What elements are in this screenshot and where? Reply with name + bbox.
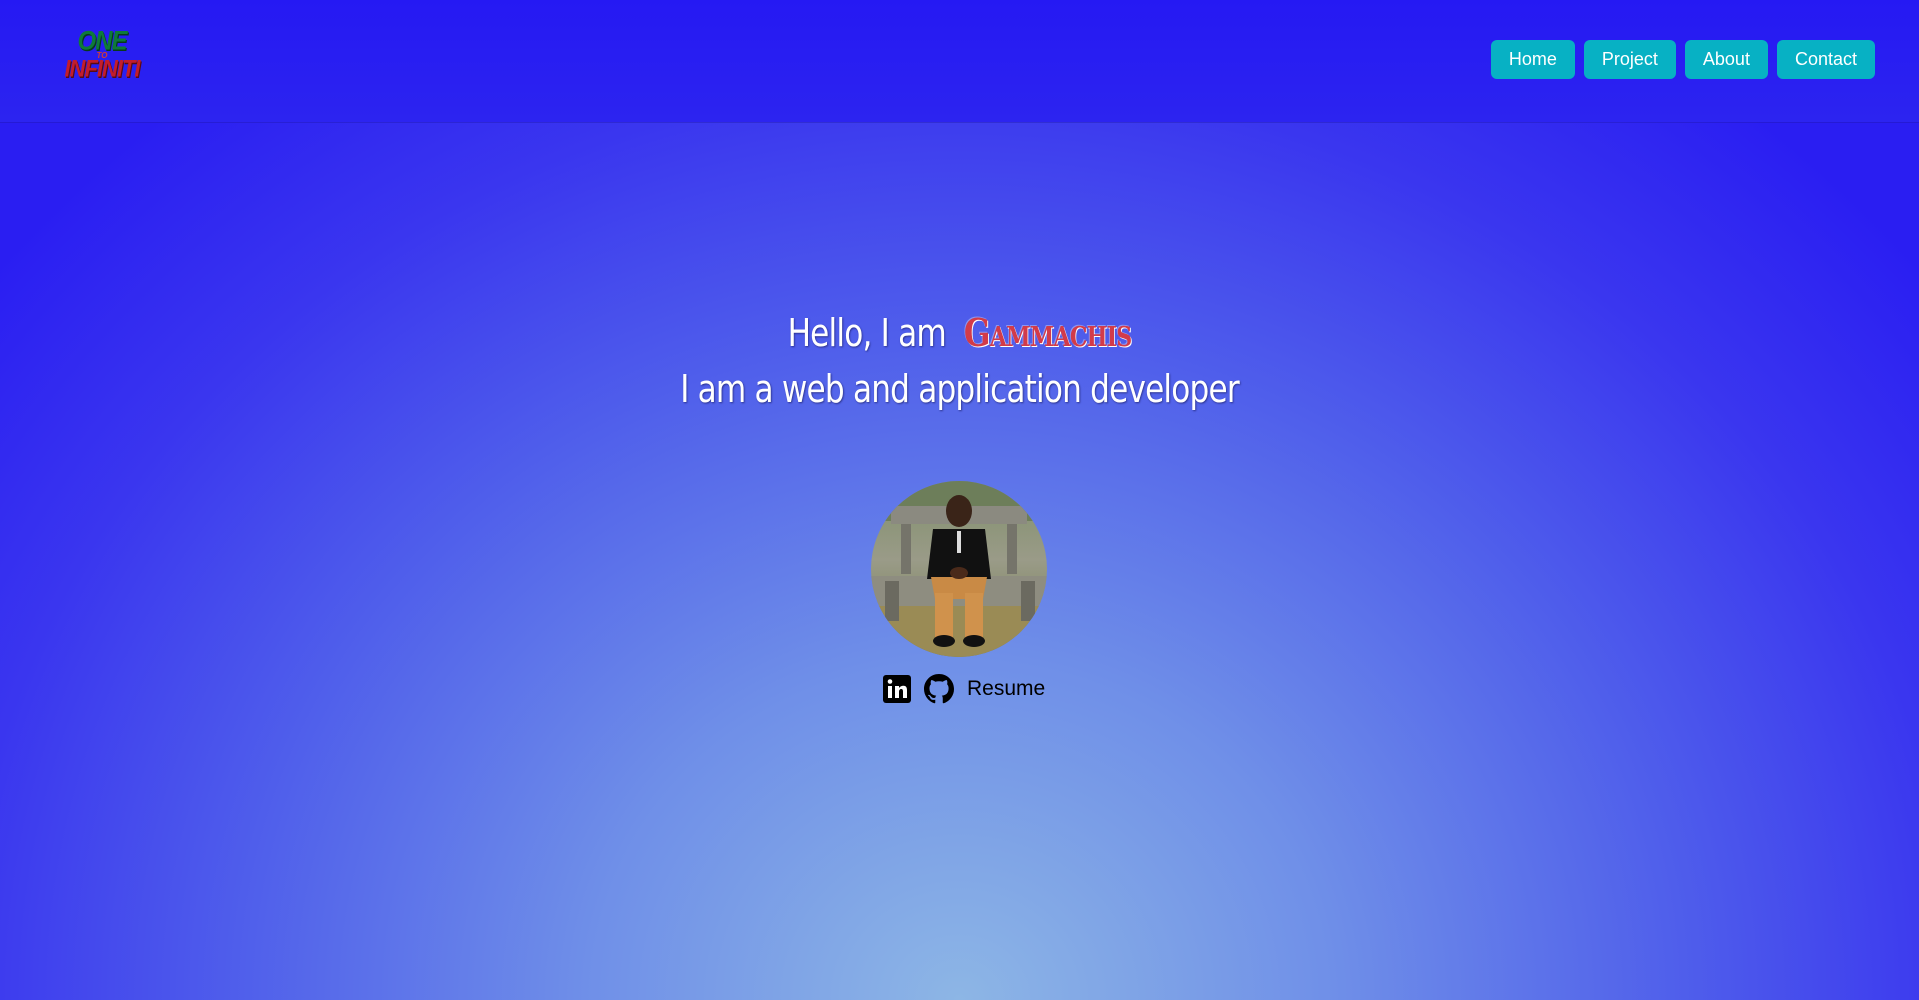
- social-links: Resume: [882, 674, 1045, 704]
- logo-text-one: ONE: [77, 26, 127, 57]
- github-icon[interactable]: [924, 674, 954, 704]
- nav-links: Home Project About Contact: [1490, 40, 1875, 79]
- linkedin-icon[interactable]: [882, 674, 912, 704]
- profile-photo: [871, 481, 1047, 657]
- logo-text-infiniti: INFINITI: [64, 54, 140, 83]
- hero-tagline: I am a web and application developer: [680, 367, 1239, 411]
- nav-about-button[interactable]: About: [1684, 40, 1768, 79]
- navbar: ONE TO INFINITI Home Project About Conta…: [0, 0, 1919, 122]
- hero-greeting: Hello, I am Gammachis: [173, 310, 1747, 355]
- nav-project-button[interactable]: Project: [1583, 40, 1676, 79]
- nav-contact-button[interactable]: Contact: [1776, 40, 1875, 79]
- nav-home-button[interactable]: Home: [1490, 40, 1575, 79]
- site-logo[interactable]: ONE TO INFINITI: [60, 26, 144, 88]
- resume-link[interactable]: Resume: [967, 677, 1045, 701]
- hero-greeting-text: Hello, I am: [787, 311, 947, 355]
- hero-name: Gammachis: [963, 310, 1132, 355]
